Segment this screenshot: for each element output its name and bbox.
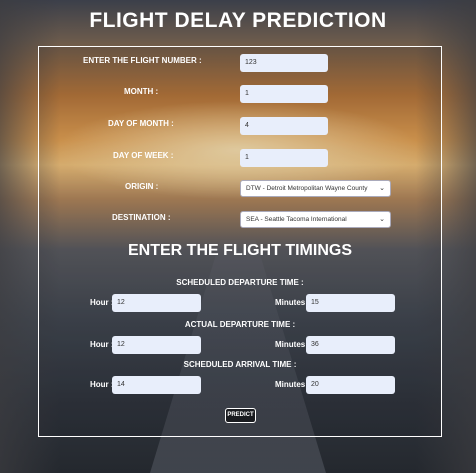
actual-departure-heading: ACTUAL DEPARTURE TIME :	[184, 320, 296, 329]
destination-label: DESTINATION :	[112, 213, 171, 222]
scheduled-departure-heading: SCHEDULED DEPARTURE TIME :	[176, 278, 304, 287]
actual-departure-minutes-input[interactable]: 36	[306, 336, 395, 354]
actual-departure-hour-input[interactable]: 12	[112, 336, 201, 354]
scheduled-arrival-heading: SCHEDULED ARRIVAL TIME :	[183, 360, 297, 369]
scheduled-departure-hour-input[interactable]: 12	[112, 294, 201, 312]
actual-departure-minutes-label: Minutes :	[275, 340, 311, 349]
day-of-month-input[interactable]: 4	[240, 117, 328, 135]
scheduled-arrival-hour-input[interactable]: 14	[112, 376, 201, 394]
scheduled-arrival-hour-label: Hour :	[90, 380, 114, 389]
scheduled-arrival-minutes-input[interactable]: 20	[306, 376, 395, 394]
destination-select[interactable]: SEA - Seattle Tacoma International ⌄	[240, 211, 391, 228]
predict-button[interactable]: PREDICT	[225, 408, 256, 423]
month-input[interactable]: 1	[240, 85, 328, 103]
scheduled-departure-minutes-label: Minutes :	[275, 298, 311, 307]
day-of-week-label: DAY OF WEEK :	[113, 151, 174, 160]
origin-label: ORIGIN :	[125, 182, 159, 191]
timings-heading: ENTER THE FLIGHT TIMINGS	[128, 242, 352, 259]
origin-select[interactable]: DTW - Detroit Metropolitan Wayne County …	[240, 180, 391, 197]
month-label: MONTH :	[124, 87, 159, 96]
day-of-week-input[interactable]: 1	[240, 149, 328, 167]
flight-number-label: ENTER THE FLIGHT NUMBER :	[83, 56, 202, 65]
page-title: FLIGHT DELAY PREDICTION	[89, 9, 387, 32]
actual-departure-hour-label: Hour :	[90, 340, 114, 349]
scheduled-departure-hour-label: Hour :	[90, 298, 114, 307]
scheduled-arrival-minutes-label: Minutes :	[275, 380, 311, 389]
destination-selected-value: SEA - Seattle Tacoma International	[246, 216, 347, 223]
chevron-down-icon: ⌄	[379, 216, 385, 223]
scheduled-departure-minutes-input[interactable]: 15	[306, 294, 395, 312]
origin-selected-value: DTW - Detroit Metropolitan Wayne County	[246, 185, 368, 192]
flight-number-input[interactable]: 123	[240, 54, 328, 72]
chevron-down-icon: ⌄	[379, 185, 385, 192]
day-of-month-label: DAY OF MONTH :	[108, 119, 174, 128]
prediction-form: ENTER THE FLIGHT NUMBER : 123 MONTH : 1 …	[38, 46, 442, 437]
